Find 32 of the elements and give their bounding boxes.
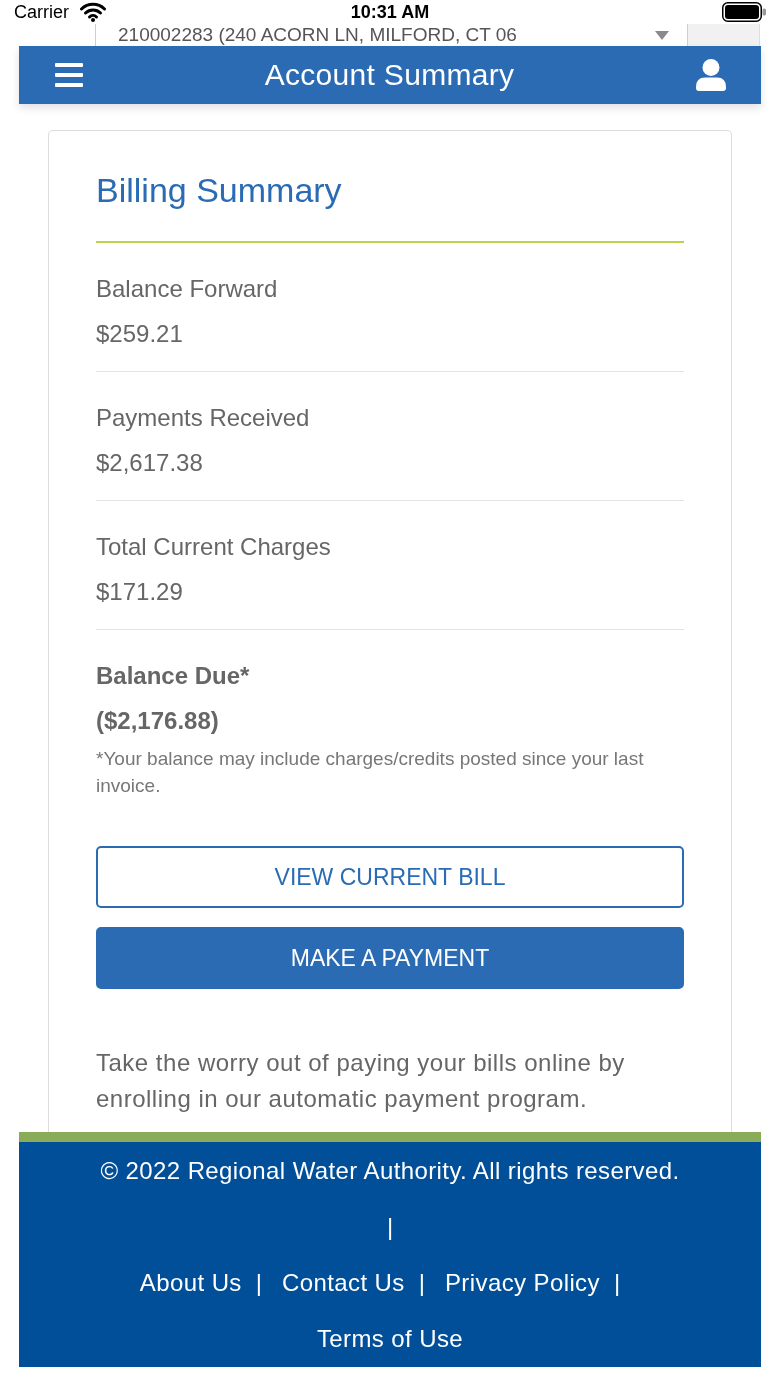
section-title: Billing Summary [96, 170, 343, 210]
summary-label: Total Current Charges [96, 532, 332, 562]
outline-button[interactable]: VIEW CURRENT BILL [96, 846, 684, 908]
wifi-icon [80, 2, 106, 22]
autopay-text: Take the worry out of paying your bills online by enrolling in our automatic payment program. [96, 1048, 626, 1114]
summary-amount: ($2,176.88) [96, 706, 220, 736]
carrier-label: Carrier [14, 1, 69, 23]
separator-text: | [613, 1268, 621, 1298]
separator-text: | [418, 1268, 425, 1298]
footer-link[interactable]: Privacy Policy [444, 1255, 600, 1311]
summary-label: Balance Forward [96, 274, 279, 304]
status-time: 10:31 AM [350, 1, 430, 23]
balance-note: *Your balance may include charges/credits posted since your last invoice. [96, 747, 645, 798]
copyright-text: © 2022 Regional Water Authority. All rights reserved. [100, 1156, 680, 1186]
caret-icon [655, 30, 669, 40]
battery-icon [722, 2, 766, 22]
account-select[interactable]: 210002283 (240 ACORN LN, MILFORD, CT 06 [95, 24, 688, 46]
footer-link[interactable]: About Us [139, 1255, 242, 1311]
header-title: Account Summary [264, 57, 515, 93]
user-icon[interactable] [696, 59, 726, 91]
menu-icon[interactable] [55, 63, 83, 87]
summary-label: Payments Received [96, 403, 311, 433]
separator-text: | [255, 1268, 262, 1298]
primary-button[interactable]: MAKE A PAYMENT [96, 927, 684, 989]
select-side-panel [688, 24, 760, 46]
summary-amount: $2,617.38 [96, 448, 204, 478]
summary-label: Balance Due* [96, 661, 251, 691]
footer-link[interactable]: Terms of Use [316, 1311, 464, 1367]
summary-amount: $171.29 [96, 577, 184, 607]
summary-amount: $259.21 [96, 319, 184, 349]
separator-text: | [386, 1212, 394, 1242]
footer-link[interactable]: Contact Us [282, 1255, 405, 1311]
